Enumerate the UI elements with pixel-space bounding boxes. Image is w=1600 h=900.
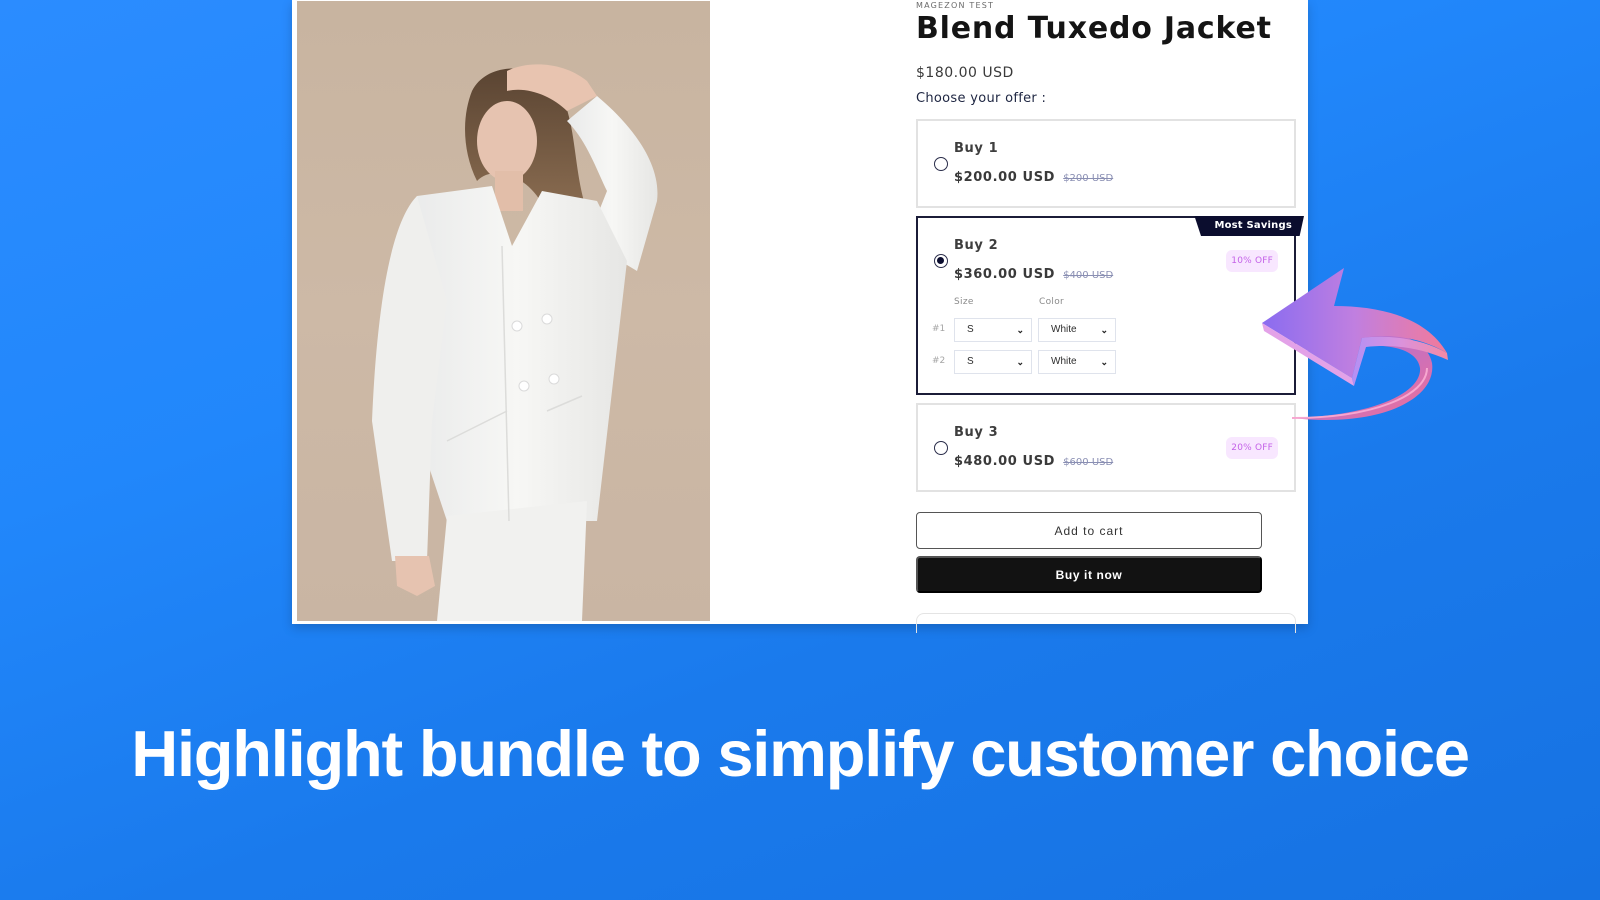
offer-radio[interactable]: [934, 441, 948, 455]
color-select[interactable]: White ⌄: [1038, 318, 1116, 342]
product-price: $180.00 USD: [916, 65, 1014, 81]
variant-number: #1: [932, 324, 946, 334]
size-select[interactable]: S ⌄: [954, 318, 1032, 342]
offer-price-row: $360.00 USD $400 USD: [954, 267, 1113, 282]
vendor-label: MAGEZON TEST: [916, 1, 995, 10]
color-value: White: [1051, 324, 1077, 335]
add-to-cart-button[interactable]: Add to cart: [916, 512, 1262, 549]
offer-price-row: $480.00 USD $600 USD: [954, 454, 1113, 469]
curved-arrow-icon: [1262, 268, 1448, 420]
offer-radio-selected[interactable]: [934, 254, 948, 268]
offer-price: $480.00 USD: [954, 454, 1056, 469]
discount-badge: 20% OFF: [1226, 437, 1278, 459]
size-value: S: [967, 356, 974, 367]
offer-compare-price: $600 USD: [1063, 457, 1114, 468]
collapsed-section: [916, 613, 1296, 633]
offer-radio[interactable]: [934, 157, 948, 171]
model-photo: [372, 64, 658, 621]
headline: Highlight bundle to simplify customer ch…: [131, 717, 1470, 790]
offer-option-buy-2[interactable]: Most Savings Buy 2 $360.00 USD $400 USD …: [916, 216, 1304, 395]
product-image: [297, 1, 710, 621]
buy-it-now-button[interactable]: Buy it now: [916, 556, 1262, 593]
offer-price: $360.00 USD: [954, 267, 1056, 282]
offer-prompt: Choose your offer :: [916, 91, 1047, 106]
size-select[interactable]: S ⌄: [954, 350, 1032, 374]
color-header: Color: [1039, 297, 1064, 307]
color-select[interactable]: White ⌄: [1038, 350, 1116, 374]
chevron-down-icon: ⌄: [1016, 325, 1024, 335]
product-title: Blend Tuxedo Jacket: [916, 11, 1272, 46]
size-header: Size: [954, 297, 974, 307]
most-savings-ribbon: Most Savings: [1194, 216, 1304, 236]
offer-price-row: $200.00 USD $200 USD: [954, 170, 1113, 185]
offer-option-buy-1[interactable]: Buy 1 $200.00 USD $200 USD: [916, 119, 1296, 208]
offer-label: Buy 1: [954, 141, 999, 156]
chevron-down-icon: ⌄: [1100, 325, 1108, 335]
offer-price: $200.00 USD: [954, 170, 1056, 185]
size-value: S: [967, 324, 974, 335]
chevron-down-icon: ⌄: [1100, 357, 1108, 367]
color-value: White: [1051, 356, 1077, 367]
variant-number: #2: [932, 356, 946, 366]
offer-compare-price: $200 USD: [1063, 173, 1114, 184]
offer-label: Buy 3: [954, 425, 999, 440]
chevron-down-icon: ⌄: [1016, 357, 1024, 367]
offer-compare-price: $400 USD: [1063, 270, 1114, 281]
offer-label: Buy 2: [954, 238, 999, 253]
product-page-card: MAGEZON TEST Blend Tuxedo Jacket $180.00…: [292, 0, 1308, 633]
offer-option-buy-3[interactable]: Buy 3 $480.00 USD $600 USD 20% OFF: [916, 403, 1296, 492]
